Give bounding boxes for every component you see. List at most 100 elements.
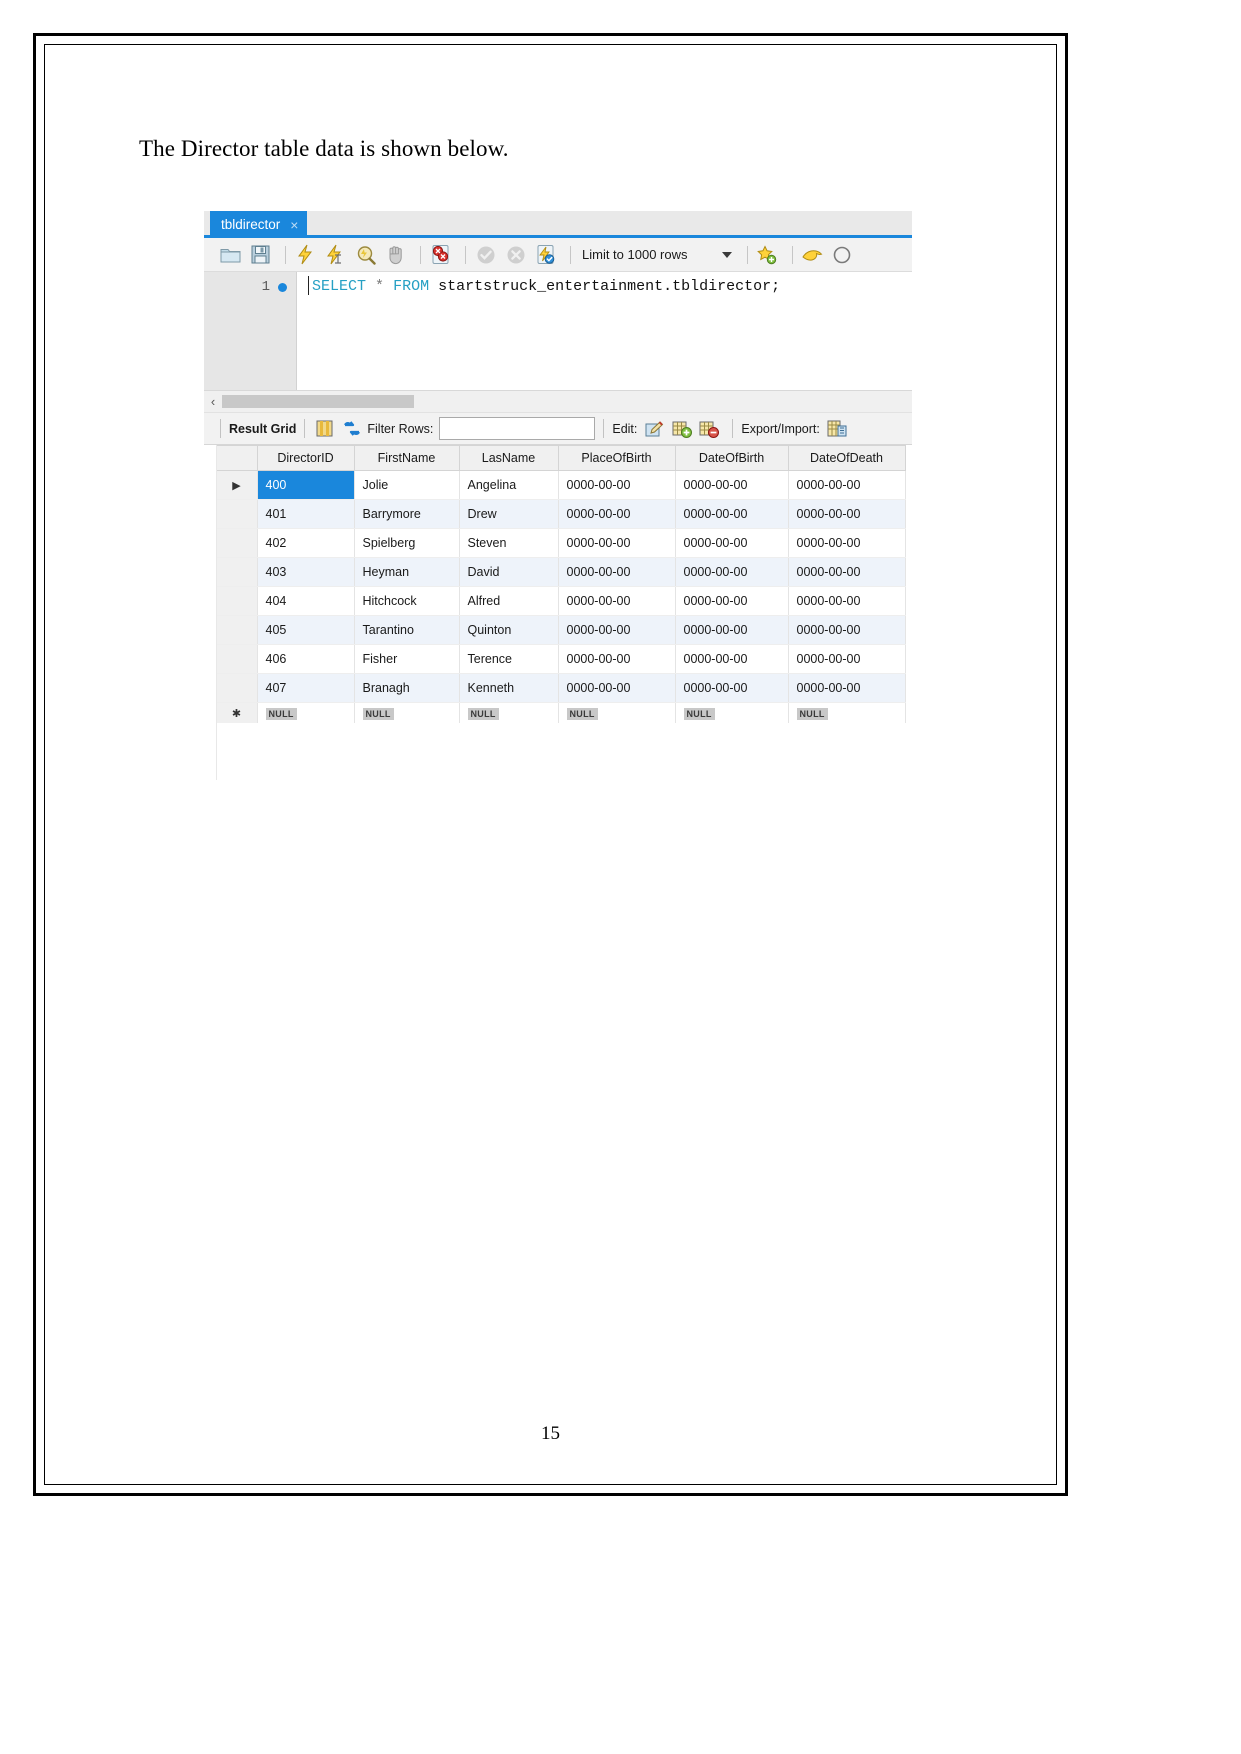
- scroll-left-arrow-icon[interactable]: ‹: [204, 394, 222, 409]
- editor-horizontal-scrollbar[interactable]: ‹: [204, 390, 912, 412]
- cell-null-dateofbirth[interactable]: NULL: [675, 702, 789, 723]
- cell-directorid[interactable]: 402: [257, 528, 355, 558]
- column-header-lasname[interactable]: LasName: [458, 445, 559, 471]
- execute-lightning-icon[interactable]: [293, 243, 318, 267]
- column-header-directorid[interactable]: DirectorID: [256, 445, 355, 471]
- refresh-icon[interactable]: [340, 418, 363, 440]
- cell-firstname[interactable]: Fisher: [354, 644, 460, 674]
- cell-lasname[interactable]: Terence: [459, 644, 559, 674]
- cell-dateofbirth[interactable]: 0000-00-00: [675, 615, 789, 645]
- cell-directorid[interactable]: 401: [257, 499, 355, 529]
- cell-null-directorid[interactable]: NULL: [257, 702, 355, 723]
- new-row-placeholder[interactable]: ✱ NULL NULL NULL NULL NULL NULL: [216, 702, 906, 723]
- table-row[interactable]: 406 Fisher Terence 0000-00-00 0000-00-00…: [216, 644, 906, 674]
- commit-check-icon[interactable]: [473, 243, 498, 267]
- cell-dateofbirth[interactable]: 0000-00-00: [675, 499, 789, 529]
- result-grid-label[interactable]: Result Grid: [229, 422, 296, 436]
- cell-dateofdeath[interactable]: 0000-00-00: [788, 557, 906, 587]
- cell-firstname[interactable]: Branagh: [354, 673, 460, 703]
- intro-paragraph: The Director table data is shown below.: [139, 136, 509, 161]
- cell-placeofbirth[interactable]: 0000-00-00: [558, 557, 676, 587]
- table-row[interactable]: 402 Spielberg Steven 0000-00-00 0000-00-…: [216, 528, 906, 558]
- export-icon[interactable]: [826, 418, 849, 440]
- cell-dateofbirth[interactable]: 0000-00-00: [675, 528, 789, 558]
- cell-directorid[interactable]: 406: [257, 644, 355, 674]
- cell-null-firstname[interactable]: NULL: [354, 702, 460, 723]
- cell-placeofbirth[interactable]: 0000-00-00: [558, 499, 676, 529]
- cell-dateofdeath[interactable]: 0000-00-00: [788, 644, 906, 674]
- cell-placeofbirth[interactable]: 0000-00-00: [558, 615, 676, 645]
- column-header-dateofbirth[interactable]: DateOfBirth: [674, 445, 789, 471]
- execute-current-lightning-icon[interactable]: [323, 243, 348, 267]
- cell-dateofbirth[interactable]: 0000-00-00: [675, 673, 789, 703]
- cell-directorid[interactable]: 405: [257, 615, 355, 645]
- column-header-firstname[interactable]: FirstName: [353, 445, 460, 471]
- scrollbar-thumb[interactable]: [222, 395, 414, 408]
- save-icon[interactable]: [248, 243, 273, 267]
- cell-lasname[interactable]: Steven: [459, 528, 559, 558]
- cell-lasname[interactable]: David: [459, 557, 559, 587]
- cell-lasname[interactable]: Alfred: [459, 586, 559, 616]
- delete-row-icon[interactable]: [697, 418, 720, 440]
- cell-directorid[interactable]: 407: [257, 673, 355, 703]
- cell-placeofbirth[interactable]: 0000-00-00: [558, 528, 676, 558]
- cell-firstname[interactable]: Jolie: [354, 470, 460, 500]
- edit-pencil-icon[interactable]: [643, 418, 666, 440]
- table-row[interactable]: 407 Branagh Kenneth 0000-00-00 0000-00-0…: [216, 673, 906, 703]
- cell-dateofdeath[interactable]: 0000-00-00: [788, 470, 906, 500]
- table-row[interactable]: 405 Tarantino Quinton 0000-00-00 0000-00…: [216, 615, 906, 645]
- cell-firstname[interactable]: Tarantino: [354, 615, 460, 645]
- cell-dateofdeath[interactable]: 0000-00-00: [788, 586, 906, 616]
- filter-rows-input[interactable]: [439, 417, 596, 440]
- toggle-stop-on-error-icon[interactable]: [428, 243, 453, 267]
- cell-directorid[interactable]: 403: [257, 557, 355, 587]
- open-folder-icon[interactable]: [218, 243, 243, 267]
- star-icon[interactable]: [755, 243, 780, 267]
- table-row[interactable]: 401 Barrymore Drew 0000-00-00 0000-00-00…: [216, 499, 906, 529]
- cell-dateofdeath[interactable]: 0000-00-00: [788, 673, 906, 703]
- rollback-x-icon[interactable]: [503, 243, 528, 267]
- cell-directorid[interactable]: 400: [257, 470, 355, 500]
- cell-firstname[interactable]: Spielberg: [354, 528, 460, 558]
- bird-icon[interactable]: [800, 243, 825, 267]
- cell-dateofdeath[interactable]: 0000-00-00: [788, 615, 906, 645]
- cell-dateofbirth[interactable]: 0000-00-00: [675, 644, 789, 674]
- cell-placeofbirth[interactable]: 0000-00-00: [558, 673, 676, 703]
- explain-magnifier-icon[interactable]: [353, 243, 378, 267]
- cell-dateofbirth[interactable]: 0000-00-00: [675, 557, 789, 587]
- cell-placeofbirth[interactable]: 0000-00-00: [558, 470, 676, 500]
- tab-tbldirector[interactable]: tbldirector ×: [210, 211, 308, 238]
- table-row[interactable]: ▶ 400 Jolie Angelina 0000-00-00 0000-00-…: [216, 470, 906, 500]
- close-icon[interactable]: ×: [290, 218, 298, 232]
- sql-statement[interactable]: SELECT * FROM startstruck_entertainment.…: [312, 278, 780, 295]
- limit-rows-label[interactable]: Limit to 1000 rows: [582, 247, 688, 262]
- autocommit-icon[interactable]: [533, 243, 558, 267]
- column-header-placeofbirth[interactable]: PlaceOfBirth: [557, 445, 676, 471]
- cell-firstname[interactable]: Hitchcock: [354, 586, 460, 616]
- column-header-dateofdeath[interactable]: DateOfDeath: [787, 445, 906, 471]
- help-icon[interactable]: [830, 243, 855, 267]
- insert-row-icon[interactable]: [670, 418, 693, 440]
- cell-firstname[interactable]: Barrymore: [354, 499, 460, 529]
- cell-lasname[interactable]: Drew: [459, 499, 559, 529]
- table-row[interactable]: 404 Hitchcock Alfred 0000-00-00 0000-00-…: [216, 586, 906, 616]
- cell-dateofdeath[interactable]: 0000-00-00: [788, 499, 906, 529]
- table-row[interactable]: 403 Heyman David 0000-00-00 0000-00-00 0…: [216, 557, 906, 587]
- stop-hand-icon[interactable]: [383, 243, 408, 267]
- grid-view-icon[interactable]: [313, 418, 336, 440]
- cell-dateofdeath[interactable]: 0000-00-00: [788, 528, 906, 558]
- cell-lasname[interactable]: Angelina: [459, 470, 559, 500]
- cell-firstname[interactable]: Heyman: [354, 557, 460, 587]
- cell-dateofbirth[interactable]: 0000-00-00: [675, 586, 789, 616]
- cell-lasname[interactable]: Kenneth: [459, 673, 559, 703]
- cell-placeofbirth[interactable]: 0000-00-00: [558, 644, 676, 674]
- cell-dateofbirth[interactable]: 0000-00-00: [675, 470, 789, 500]
- sql-editor[interactable]: 1 SELECT * FROM startstruck_entertainmen…: [204, 272, 912, 390]
- cell-null-dateofdeath[interactable]: NULL: [788, 702, 906, 723]
- chevron-down-icon[interactable]: [721, 251, 732, 258]
- cell-null-placeofbirth[interactable]: NULL: [558, 702, 676, 723]
- cell-placeofbirth[interactable]: 0000-00-00: [558, 586, 676, 616]
- cell-lasname[interactable]: Quinton: [459, 615, 559, 645]
- cell-null-lasname[interactable]: NULL: [459, 702, 559, 723]
- cell-directorid[interactable]: 404: [257, 586, 355, 616]
